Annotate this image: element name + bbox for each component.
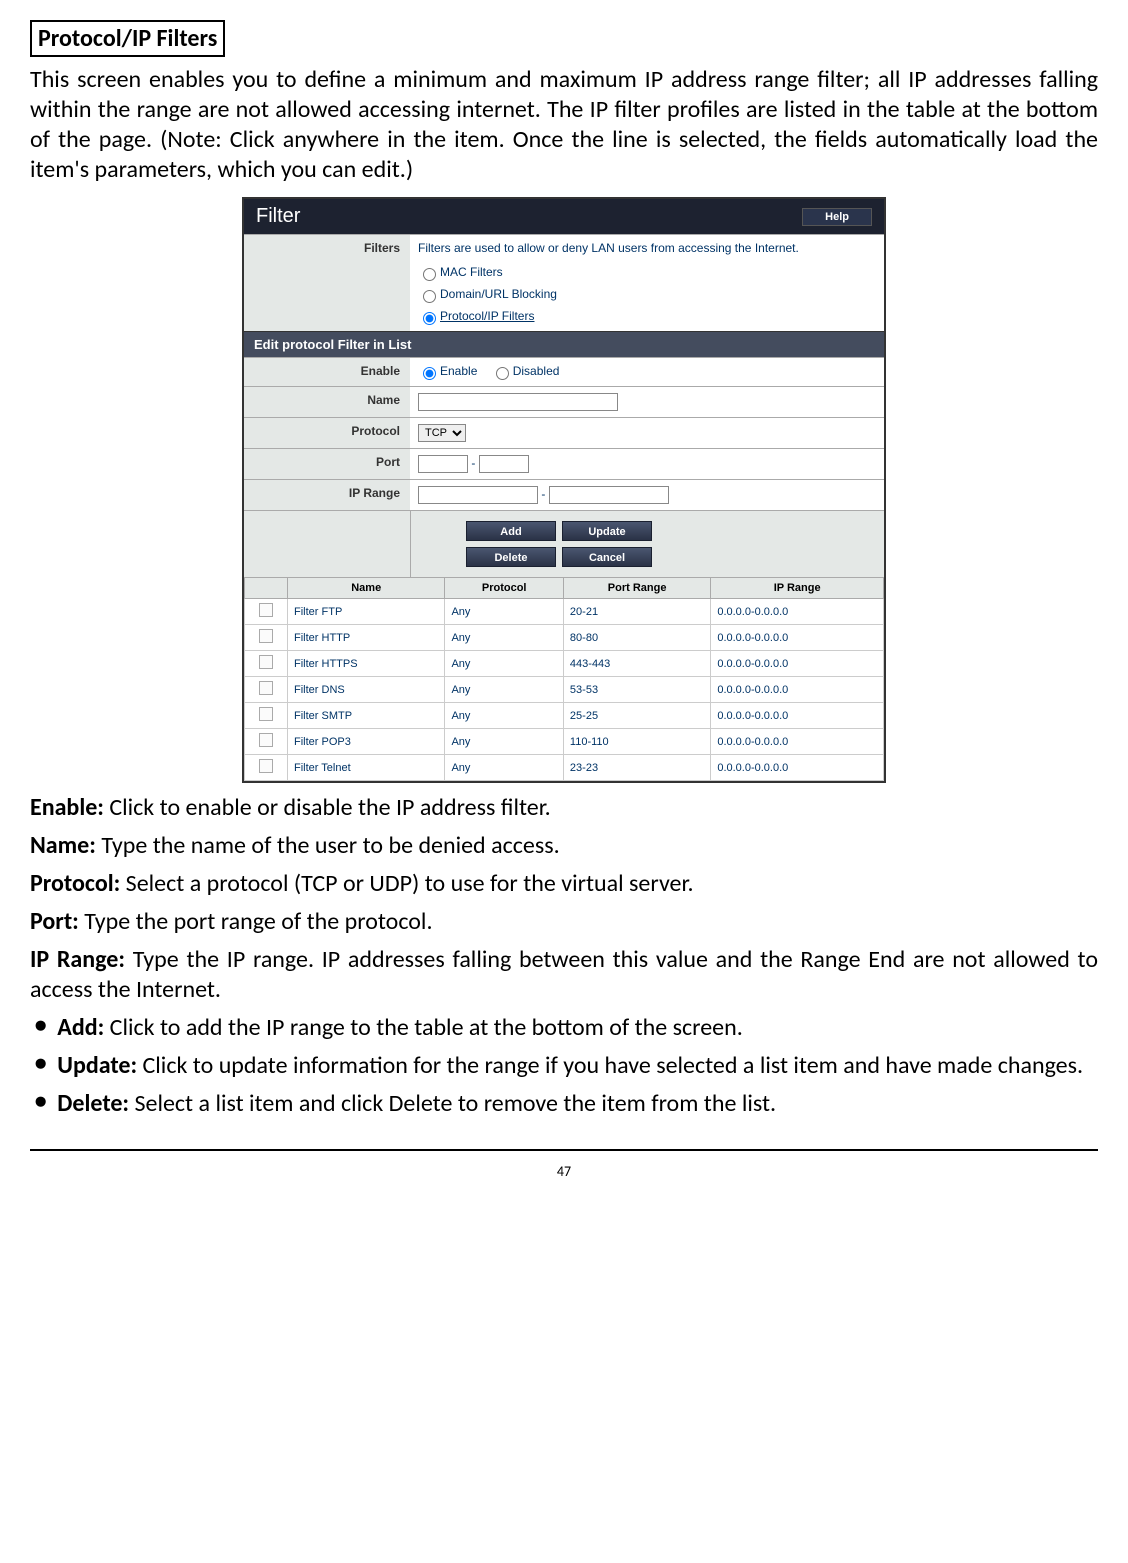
page-title: Protocol/IP Filters	[30, 20, 225, 57]
table-row[interactable]: Filter HTTPSAny443-4430.0.0.0-0.0.0.0	[245, 651, 884, 677]
update-button[interactable]: Update	[562, 521, 652, 541]
protocol-ip-label: Protocol/IP Filters	[440, 309, 534, 323]
intro-paragraph: This screen enables you to define a mini…	[30, 65, 1098, 185]
add-button[interactable]: Add	[466, 521, 556, 541]
cell-ip: 0.0.0.0-0.0.0.0	[711, 599, 884, 625]
cell-name: Filter HTTP	[288, 625, 445, 651]
cell-protocol: Any	[445, 755, 563, 781]
row-checkbox[interactable]	[259, 733, 273, 747]
name-input[interactable]	[418, 393, 618, 411]
table-row[interactable]: Filter DNSAny53-530.0.0.0-0.0.0.0	[245, 677, 884, 703]
bullet-icon: ●	[34, 1051, 47, 1075]
enable-row-label: Enable	[244, 358, 410, 386]
panel-title: Filter	[256, 205, 300, 228]
name-row-label: Name	[244, 387, 410, 417]
row-checkbox[interactable]	[259, 655, 273, 669]
row-checkbox[interactable]	[259, 681, 273, 695]
protocol-select[interactable]: TCP	[418, 424, 466, 442]
col-protocol: Protocol	[445, 578, 563, 599]
cell-port: 25-25	[563, 703, 710, 729]
bullet-icon: ●	[34, 1013, 47, 1037]
page-number: 47	[30, 1163, 1098, 1180]
table-row[interactable]: Filter FTPAny20-210.0.0.0-0.0.0.0	[245, 599, 884, 625]
cancel-button[interactable]: Cancel	[562, 547, 652, 567]
iprange-row-label: IP Range	[244, 480, 410, 510]
cell-ip: 0.0.0.0-0.0.0.0	[711, 651, 884, 677]
def-protocol: Protocol: Select a protocol (TCP or UDP)…	[30, 869, 1098, 899]
filters-label: Filters	[244, 235, 410, 331]
bullet-delete: ●Delete: Select a list item and click De…	[30, 1089, 1098, 1119]
def-name: Name: Type the name of the user to be de…	[30, 831, 1098, 861]
port-row-label: Port	[244, 449, 410, 479]
cell-protocol: Any	[445, 677, 563, 703]
row-checkbox[interactable]	[259, 759, 273, 773]
col-name: Name	[288, 578, 445, 599]
row-checkbox[interactable]	[259, 707, 273, 721]
table-row[interactable]: Filter POP3Any110-1100.0.0.0-0.0.0.0	[245, 729, 884, 755]
table-row[interactable]: Filter HTTPAny80-800.0.0.0-0.0.0.0	[245, 625, 884, 651]
cell-protocol: Any	[445, 599, 563, 625]
cell-port: 443-443	[563, 651, 710, 677]
bullet-update: ●Update: Click to update information for…	[30, 1051, 1098, 1081]
def-port: Port: Type the port range of the protoco…	[30, 907, 1098, 937]
cell-protocol: Any	[445, 729, 563, 755]
def-iprange: IP Range: Type the IP range. IP addresse…	[30, 945, 1098, 1005]
cell-name: Filter SMTP	[288, 703, 445, 729]
cell-name: Filter Telnet	[288, 755, 445, 781]
enable-radio[interactable]	[423, 367, 436, 380]
cell-port: 110-110	[563, 729, 710, 755]
cell-port: 23-23	[563, 755, 710, 781]
cell-ip: 0.0.0.0-0.0.0.0	[711, 625, 884, 651]
row-checkbox[interactable]	[259, 629, 273, 643]
cell-port: 80-80	[563, 625, 710, 651]
filters-description: Filters are used to allow or deny LAN us…	[418, 241, 876, 255]
cell-name: Filter FTP	[288, 599, 445, 625]
help-button[interactable]: Help	[802, 208, 872, 226]
edit-section-header: Edit protocol Filter in List	[244, 331, 884, 357]
cell-protocol: Any	[445, 651, 563, 677]
disabled-radio[interactable]	[496, 367, 509, 380]
row-checkbox[interactable]	[259, 603, 273, 617]
cell-ip: 0.0.0.0-0.0.0.0	[711, 703, 884, 729]
cell-protocol: Any	[445, 703, 563, 729]
col-port: Port Range	[563, 578, 710, 599]
cell-protocol: Any	[445, 625, 563, 651]
ip-from-input[interactable]	[418, 486, 538, 504]
cell-port: 53-53	[563, 677, 710, 703]
table-row[interactable]: Filter TelnetAny23-230.0.0.0-0.0.0.0	[245, 755, 884, 781]
url-blocking-radio[interactable]	[423, 290, 436, 303]
cell-ip: 0.0.0.0-0.0.0.0	[711, 755, 884, 781]
protocol-ip-radio[interactable]	[423, 312, 436, 325]
protocol-row-label: Protocol	[244, 418, 410, 448]
bullet-icon: ●	[34, 1089, 47, 1113]
ip-to-input[interactable]	[549, 486, 669, 504]
filter-screenshot: Filter Help Filters Filters are used to …	[242, 197, 886, 783]
cell-name: Filter DNS	[288, 677, 445, 703]
bullet-add: ●Add: Click to add the IP range to the t…	[30, 1013, 1098, 1043]
port-from-input[interactable]	[418, 455, 468, 473]
cell-name: Filter HTTPS	[288, 651, 445, 677]
delete-button[interactable]: Delete	[466, 547, 556, 567]
cell-port: 20-21	[563, 599, 710, 625]
cell-ip: 0.0.0.0-0.0.0.0	[711, 677, 884, 703]
filter-table: Name Protocol Port Range IP Range Filter…	[244, 577, 884, 781]
enable-option-label: Enable	[440, 364, 477, 378]
mac-filters-radio[interactable]	[423, 268, 436, 281]
mac-filters-label: MAC Filters	[440, 265, 503, 279]
col-ip: IP Range	[711, 578, 884, 599]
def-enable: Enable: Click to enable or disable the I…	[30, 793, 1098, 823]
url-blocking-label: Domain/URL Blocking	[440, 287, 557, 301]
cell-ip: 0.0.0.0-0.0.0.0	[711, 729, 884, 755]
disabled-option-label: Disabled	[513, 364, 560, 378]
port-to-input[interactable]	[479, 455, 529, 473]
table-row[interactable]: Filter SMTPAny25-250.0.0.0-0.0.0.0	[245, 703, 884, 729]
cell-name: Filter POP3	[288, 729, 445, 755]
